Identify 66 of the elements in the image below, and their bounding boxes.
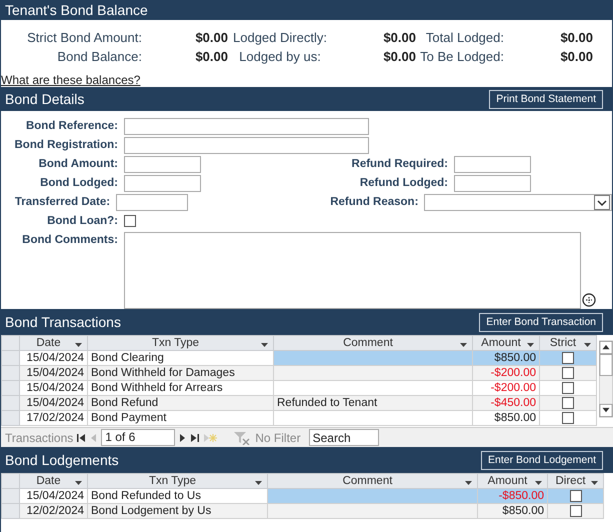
field-label: Refund Reason: bbox=[329, 195, 420, 210]
table-cell: 15/04/2024 bbox=[20, 488, 88, 504]
balance-label: To Be Lodged: bbox=[419, 49, 504, 64]
table-cell: Bond Withheld for Arrears bbox=[88, 380, 274, 396]
table-cell: Bond Clearing bbox=[88, 350, 274, 366]
column-header[interactable]: Date bbox=[20, 474, 88, 488]
table-cell: Bond Refunded to Us bbox=[88, 488, 268, 504]
table-cell: -$200.00 bbox=[472, 380, 540, 396]
search-field[interactable]: Search bbox=[308, 429, 379, 446]
section-title: Bond Transactions bbox=[5, 314, 121, 330]
balance-value: $0.00 bbox=[559, 30, 593, 45]
table-cell: -$450.00 bbox=[472, 396, 540, 410]
table-cell: $850.00 bbox=[478, 504, 548, 518]
navigator-label: Transactions bbox=[5, 430, 74, 444]
balance-label: Lodged Directly: bbox=[232, 30, 328, 45]
table-cell: $850.00 bbox=[472, 410, 540, 426]
field-label: Refund Required: bbox=[350, 157, 449, 172]
section-title: Tenant's Bond Balance bbox=[5, 2, 148, 18]
enter-lodgement-button[interactable]: Enter Bond Lodgement bbox=[481, 450, 603, 470]
table-cell: 15/04/2024 bbox=[20, 380, 88, 396]
balance-value: $0.00 bbox=[194, 49, 228, 64]
enter-transaction-button[interactable]: Enter Bond Transaction bbox=[479, 312, 603, 332]
column-header[interactable]: Strict bbox=[540, 336, 596, 350]
balance-label: Bond Balance: bbox=[56, 49, 142, 64]
print-button[interactable]: Print Bond Statement bbox=[489, 90, 603, 108]
table-cell: 15/04/2024 bbox=[20, 396, 88, 410]
field-label: Refund Lodged: bbox=[358, 176, 449, 191]
section-title: Bond Lodgements bbox=[5, 452, 119, 468]
column-header[interactable]: Comment bbox=[274, 336, 472, 350]
table-cell: 15/04/2024 bbox=[20, 350, 88, 366]
column-header[interactable]: Amount bbox=[472, 336, 540, 350]
table-cell: 15/04/2024 bbox=[20, 366, 88, 380]
field-label: Bond Reference: bbox=[24, 119, 119, 134]
section-title: Bond Details bbox=[5, 91, 84, 107]
filter-status: No Filter bbox=[255, 430, 301, 444]
help-link[interactable]: What are these balances? bbox=[1, 73, 140, 87]
field-label: Bond Lodged: bbox=[39, 176, 119, 191]
table-cell: Bond Payment bbox=[88, 410, 274, 426]
column-header[interactable]: Comment bbox=[268, 474, 478, 488]
field-label: Bond Amount: bbox=[38, 157, 119, 172]
balance-label: Lodged by us: bbox=[238, 49, 322, 64]
field-label: Transferred Date: bbox=[14, 195, 112, 210]
balance-value: $0.00 bbox=[194, 30, 228, 45]
column-header[interactable]: Amount bbox=[478, 474, 548, 488]
field-label: Bond Loan?: bbox=[46, 214, 119, 229]
table-cell: -$200.00 bbox=[472, 366, 540, 380]
column-header[interactable]: Txn Type bbox=[88, 336, 274, 350]
balance-value: $0.00 bbox=[382, 49, 416, 64]
record-number-field[interactable]: 1 of 6 bbox=[101, 429, 176, 446]
column-header[interactable]: Txn Type bbox=[88, 474, 268, 488]
balance-value: $0.00 bbox=[559, 49, 593, 64]
table-cell: $850.00 bbox=[472, 350, 540, 366]
balance-label: Total Lodged: bbox=[424, 30, 504, 45]
balance-label: Strict Bond Amount: bbox=[26, 30, 142, 45]
column-header[interactable]: Direct bbox=[548, 474, 604, 488]
table-cell: Bond Lodgement by Us bbox=[88, 504, 268, 518]
balance-value: $0.00 bbox=[382, 30, 416, 45]
field-label: Bond Registration: bbox=[14, 138, 119, 153]
table-cell: Refunded to Tenant bbox=[274, 396, 472, 410]
table-cell: 12/02/2024 bbox=[20, 504, 88, 518]
table-cell: -$850.00 bbox=[478, 488, 548, 504]
column-header[interactable]: Date bbox=[20, 336, 88, 350]
table-cell: 17/02/2024 bbox=[20, 410, 88, 426]
table-cell: Bond Refund bbox=[88, 396, 274, 410]
field-label: Bond Comments: bbox=[21, 233, 119, 248]
table-cell: Bond Withheld for Damages bbox=[88, 366, 274, 380]
